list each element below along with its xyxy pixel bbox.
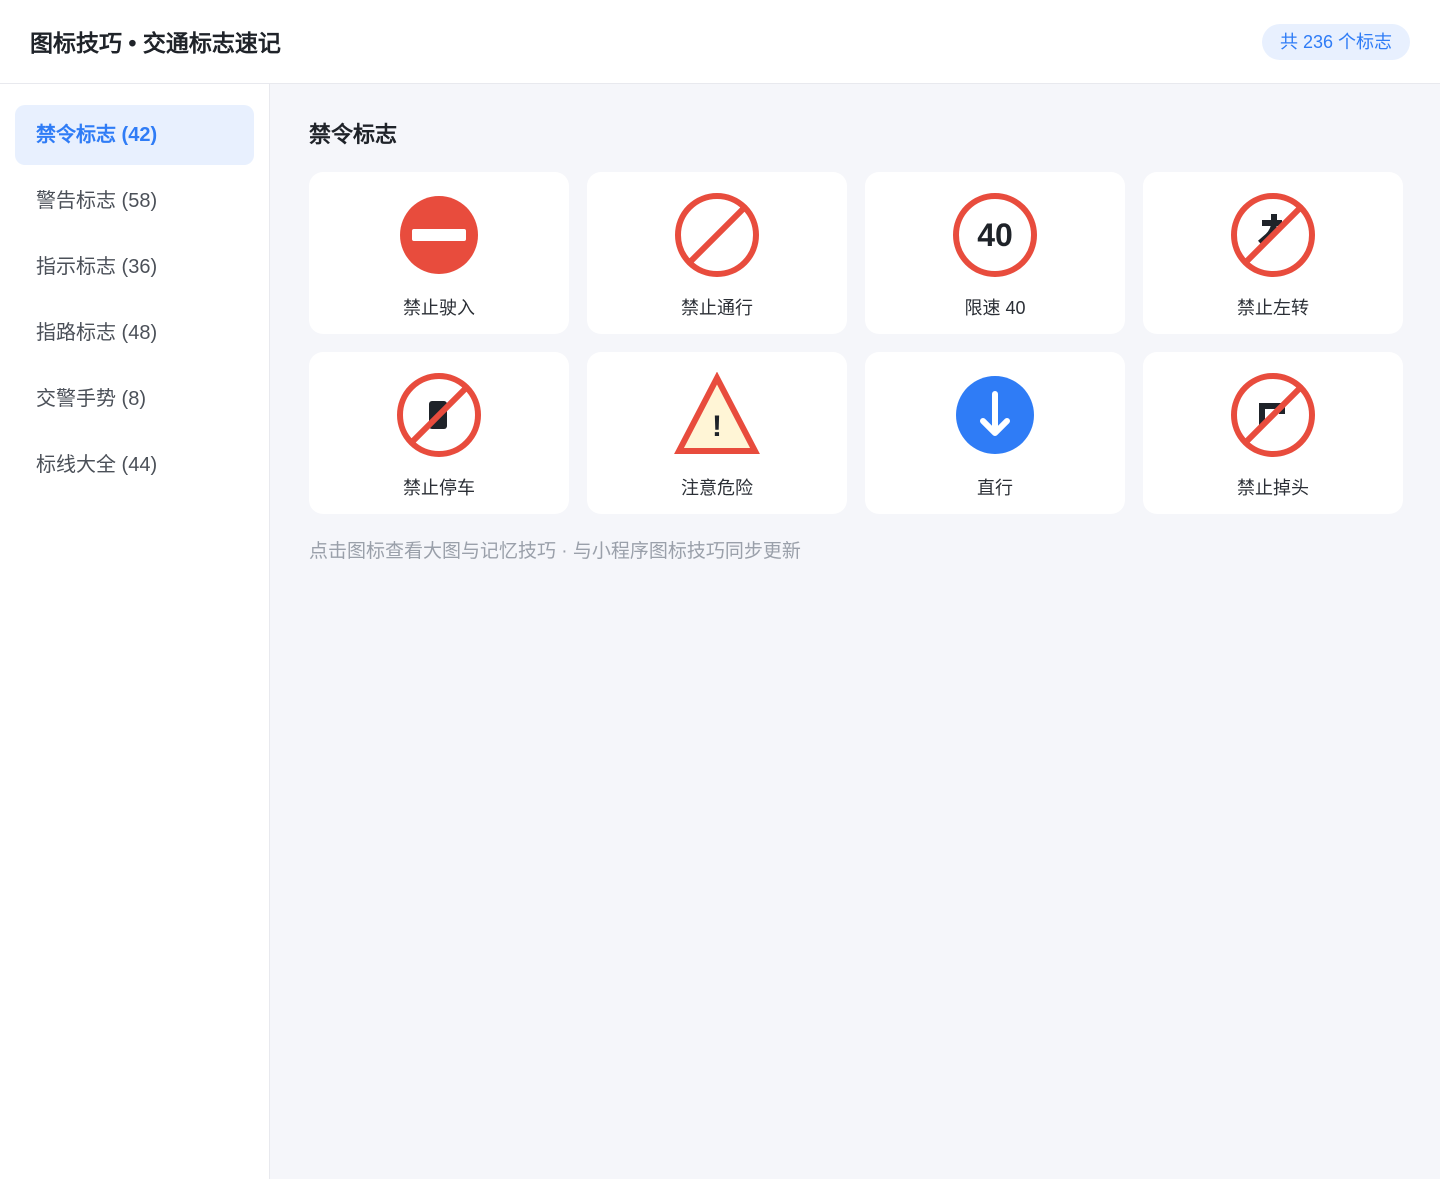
sign-grid: 禁止驶入 禁止通行 40 限速 40 禁止左转 禁止停车 ! 注意危险 直行 禁… bbox=[309, 172, 1403, 514]
no-parking-icon bbox=[396, 372, 482, 458]
sidebar-item-warning[interactable]: 警告标志 (58) bbox=[15, 171, 254, 231]
sign-label: 禁止停车 bbox=[403, 478, 475, 498]
sign-card[interactable]: ! 注意危险 bbox=[587, 352, 847, 514]
sign-label: 禁止左转 bbox=[1237, 298, 1309, 318]
sidebar-item-mandatory[interactable]: 指示标志 (36) bbox=[15, 237, 254, 297]
app-title: 图标技巧 • 交通标志速记 bbox=[30, 30, 281, 56]
sign-label: 禁止掉头 bbox=[1237, 478, 1309, 498]
sign-card[interactable]: 禁止停车 bbox=[309, 352, 569, 514]
sign-label: 禁止驶入 bbox=[403, 298, 475, 318]
sign-label: 限速 40 bbox=[964, 298, 1026, 318]
sign-label: 直行 bbox=[977, 478, 1013, 498]
danger-warning-icon: ! bbox=[674, 372, 760, 458]
sign-card[interactable]: 直行 bbox=[865, 352, 1125, 514]
sign-card[interactable]: 40 限速 40 bbox=[865, 172, 1125, 334]
sidebar-item-police-gestures[interactable]: 交警手势 (8) bbox=[15, 369, 254, 429]
sign-card[interactable]: 禁止左转 bbox=[1143, 172, 1403, 334]
sign-card[interactable]: 禁止通行 bbox=[587, 172, 847, 334]
danger-mark: ! bbox=[712, 410, 722, 443]
speed-limit-icon: 40 bbox=[952, 192, 1038, 278]
sidebar-item-prohibition[interactable]: 禁令标志 (42) bbox=[15, 105, 254, 165]
sidebar-item-guide[interactable]: 指路标志 (48) bbox=[15, 303, 254, 363]
go-straight-icon bbox=[952, 372, 1038, 458]
section-title: 禁令标志 bbox=[309, 122, 398, 147]
category-sidebar: 禁令标志 (42) 警告标志 (58) 指示标志 (36) 指路标志 (48) … bbox=[0, 84, 270, 1179]
sign-card[interactable]: 禁止掉头 bbox=[1143, 352, 1403, 514]
footnote-hint: 点击图标查看大图与记忆技巧 · 与小程序图标技巧同步更新 bbox=[309, 541, 801, 562]
app-header: 图标技巧 • 交通标志速记 共 236 个标志 bbox=[0, 0, 1440, 84]
sign-card[interactable]: 禁止驶入 bbox=[309, 172, 569, 334]
no-left-turn-icon bbox=[1230, 192, 1316, 278]
speed-limit-value: 40 bbox=[977, 217, 1013, 253]
no-passing-icon bbox=[674, 192, 760, 278]
no-u-turn-icon bbox=[1230, 372, 1316, 458]
sign-count-badge: 共 236 个标志 bbox=[1261, 24, 1410, 60]
sign-label: 禁止通行 bbox=[681, 298, 753, 318]
sign-label: 注意危险 bbox=[681, 478, 753, 498]
no-entry-icon bbox=[396, 192, 482, 278]
sidebar-item-road-markings[interactable]: 标线大全 (44) bbox=[15, 435, 254, 495]
